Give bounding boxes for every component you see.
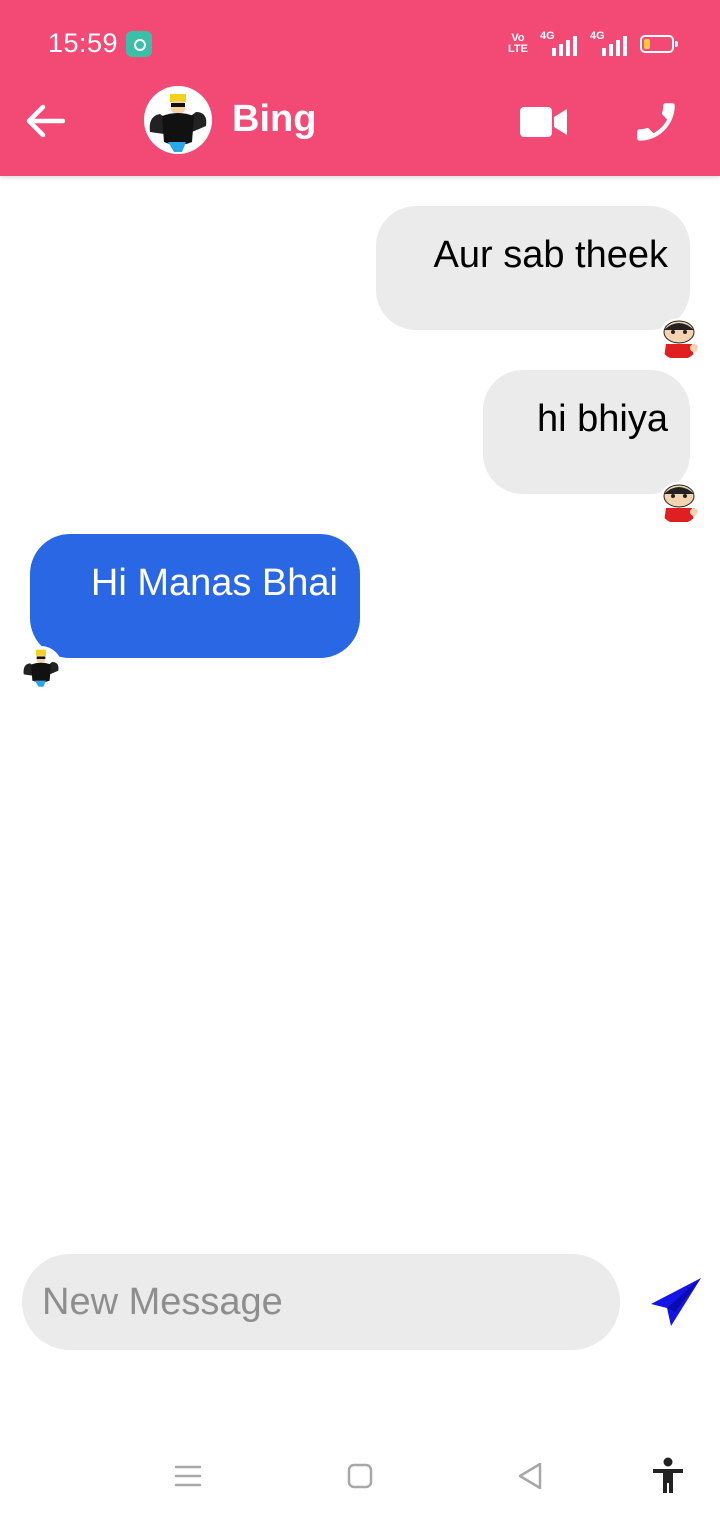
shinchan-avatar-icon xyxy=(658,318,700,360)
app-bar: Bing xyxy=(0,80,720,166)
message-bubble-received[interactable]: Hi Manas Bhai xyxy=(30,534,360,658)
message-text: Aur sab theek xyxy=(433,234,668,276)
contact-avatar[interactable] xyxy=(144,86,212,154)
home-icon xyxy=(347,1463,373,1489)
message-list[interactable]: Aur sab theek hi bhiya Hi Manas Bhai xyxy=(0,176,720,1236)
johnny-bravo-avatar-icon xyxy=(144,86,212,154)
back-nav-button[interactable] xyxy=(506,1452,554,1500)
accessibility-icon xyxy=(653,1457,683,1493)
message-composer xyxy=(0,1250,720,1354)
send-button[interactable] xyxy=(648,1274,704,1330)
video-call-button[interactable] xyxy=(516,100,572,144)
message-bubble-sent[interactable]: Aur sab theek xyxy=(376,206,690,330)
status-time: 15:59 xyxy=(48,28,119,58)
battery-icon xyxy=(640,35,678,53)
volte-icon: Vo LTE xyxy=(508,32,528,55)
back-button[interactable] xyxy=(20,98,70,144)
sender-avatar xyxy=(658,318,700,360)
voice-call-button[interactable] xyxy=(628,94,684,150)
signal-2-icon: 4G xyxy=(590,30,630,56)
message-text: Hi Manas Bhai xyxy=(90,562,338,604)
arrow-left-icon xyxy=(26,104,65,138)
video-camera-icon xyxy=(520,107,567,137)
message-bubble-sent[interactable]: hi bhiya xyxy=(483,370,690,494)
recent-apps-button[interactable] xyxy=(164,1452,212,1500)
paper-plane-icon xyxy=(651,1278,701,1326)
back-triangle-icon xyxy=(518,1462,542,1490)
top-bar: 15:59 Vo LTE 4G 4G Bing xyxy=(0,0,720,176)
chat-screen: 15:59 Vo LTE 4G 4G Bing Aur sab theek hi… xyxy=(0,0,720,1520)
contact-message-avatar xyxy=(20,646,62,688)
message-input[interactable] xyxy=(22,1254,620,1350)
menu-icon xyxy=(174,1465,202,1487)
notification-app-icon xyxy=(126,31,152,57)
system-nav-bar xyxy=(0,1430,720,1520)
message-text: hi bhiya xyxy=(537,398,668,440)
status-indicators: Vo LTE 4G 4G xyxy=(506,30,678,58)
home-button[interactable] xyxy=(336,1452,384,1500)
johnny-bravo-avatar-icon xyxy=(20,646,62,688)
contact-name[interactable]: Bing xyxy=(232,98,316,141)
status-bar: 15:59 Vo LTE 4G 4G xyxy=(0,0,720,88)
shinchan-avatar-icon xyxy=(658,482,700,524)
sender-avatar xyxy=(658,482,700,524)
phone-icon xyxy=(637,103,675,141)
signal-1-icon: 4G xyxy=(540,30,580,56)
accessibility-button[interactable] xyxy=(644,1452,692,1500)
